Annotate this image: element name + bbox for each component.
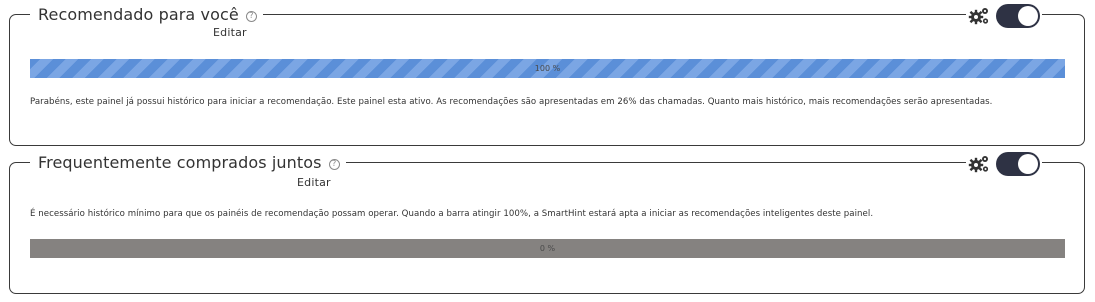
panel-header: Recomendado para você ? bbox=[30, 5, 263, 25]
history-progress-bar: 0 % bbox=[30, 239, 1065, 258]
gears-icon[interactable] bbox=[968, 6, 990, 26]
panel-title: Recomendado para você bbox=[38, 5, 239, 24]
edit-link[interactable]: Editar bbox=[297, 176, 331, 189]
toggle-knob bbox=[1018, 154, 1038, 174]
panel-description: Parabéns, este painel já possui históric… bbox=[30, 97, 993, 107]
panel-title: Frequentemente comprados juntos bbox=[38, 153, 322, 172]
gears-icon[interactable] bbox=[968, 154, 990, 174]
panel-recomendado-para-voce: Recomendado para você ? Editar 100 % Par… bbox=[9, 4, 1085, 146]
history-progress-bar: 100 % bbox=[30, 59, 1065, 78]
toggle-knob bbox=[1018, 6, 1038, 26]
panel-active-toggle[interactable] bbox=[996, 152, 1040, 176]
panel-controls bbox=[966, 4, 1042, 28]
panel-frequentemente-comprados-juntos: Frequentemente comprados juntos ? Editar bbox=[9, 152, 1085, 294]
help-circle-icon[interactable]: ? bbox=[328, 158, 340, 170]
panel-header: Frequentemente comprados juntos ? bbox=[30, 153, 346, 173]
panel-description: É necessário histórico mínimo para que o… bbox=[30, 209, 874, 219]
progress-label: 0 % bbox=[539, 244, 556, 253]
panel-controls bbox=[966, 152, 1042, 176]
progress-label: 100 % bbox=[534, 64, 561, 73]
panel-active-toggle[interactable] bbox=[996, 4, 1040, 28]
help-circle-icon[interactable]: ? bbox=[245, 10, 257, 22]
edit-link[interactable]: Editar bbox=[213, 26, 247, 39]
